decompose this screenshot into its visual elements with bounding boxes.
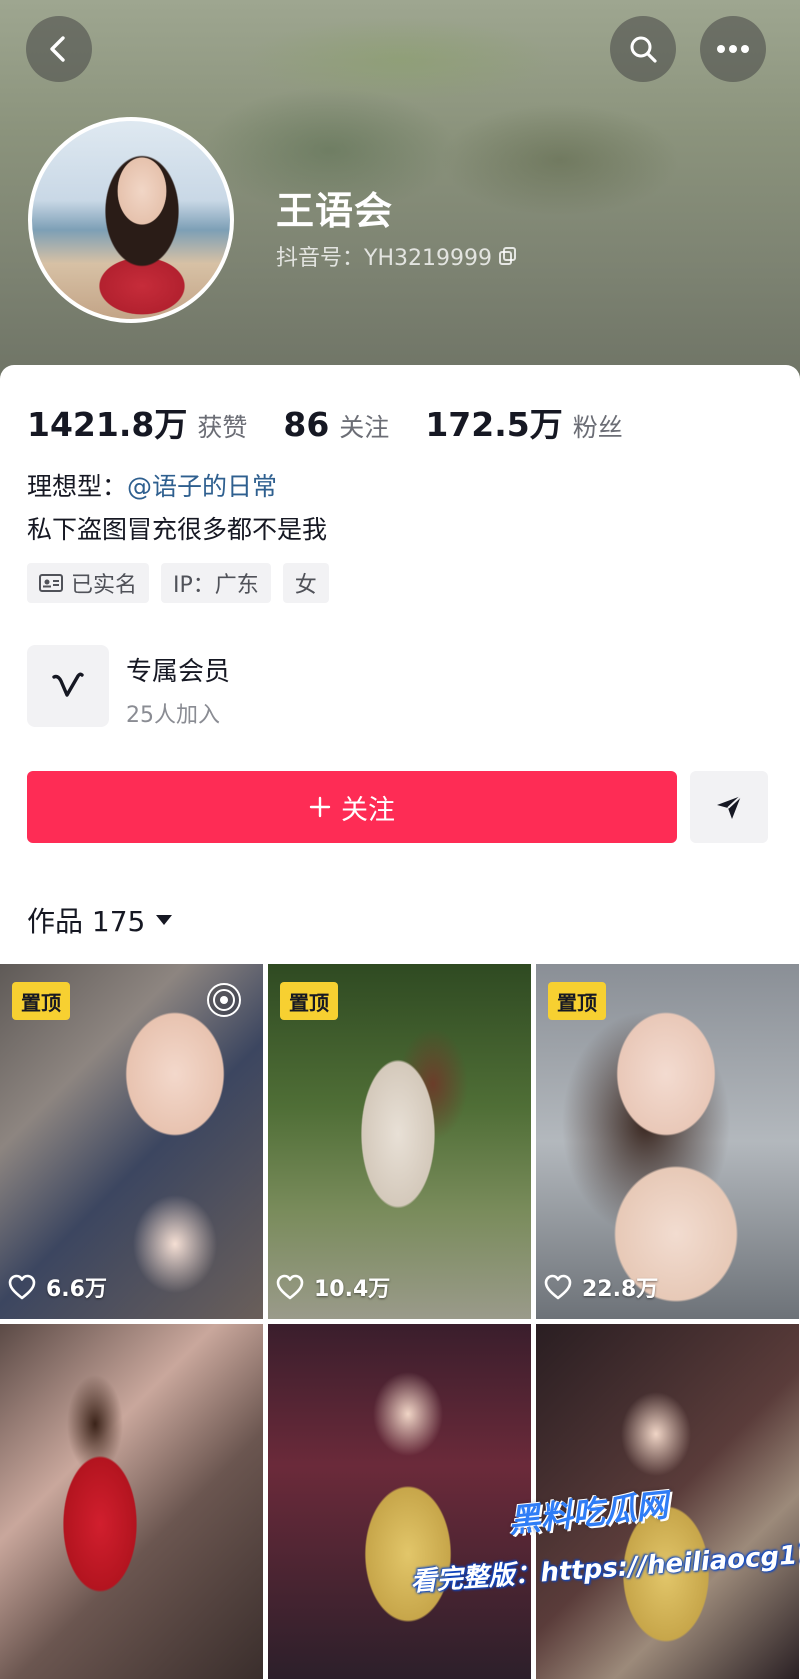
tag-ip-label: IP：广东 (173, 573, 259, 598)
video-tile[interactable]: 置顶 6.6万 (0, 964, 263, 1319)
following-count[interactable]: 86 (283, 405, 329, 444)
copy-icon[interactable] (498, 246, 518, 266)
plus-icon (309, 796, 331, 818)
mention-link[interactable]: @语子的日常 (127, 472, 277, 501)
followers-count[interactable]: 172.5万 (425, 398, 562, 446)
video-tile[interactable]: 置顶 10.4万 (268, 964, 531, 1319)
follow-button[interactable]: 关注 (27, 771, 677, 843)
chevron-left-icon (50, 36, 65, 62)
share-button[interactable] (690, 771, 768, 843)
heart-icon (276, 1274, 304, 1300)
tab-works-label: 作品 175 (27, 905, 146, 938)
tag-gender: 女 (282, 563, 329, 603)
heart-icon (544, 1274, 572, 1300)
tab-works[interactable]: 作品 175 (27, 900, 173, 940)
bio-prefix: 理想型： (27, 472, 128, 501)
video-tile[interactable] (0, 1324, 263, 1679)
search-icon (630, 36, 657, 63)
profile-name: 王语会 (276, 189, 394, 233)
like-count-value: 22.8万 (582, 1277, 659, 1302)
tag-ip: IP：广东 (161, 563, 271, 603)
tag-verified-label: 已实名 (71, 573, 138, 598)
followers-label: 粉丝 (572, 413, 623, 442)
more-dots-icon (717, 45, 749, 53)
tag-gender-label: 女 (294, 573, 317, 598)
bio-line-1: 理想型：@语子的日常 (27, 467, 277, 503)
video-tile[interactable]: 置顶 22.8万 (536, 964, 799, 1319)
following-label: 关注 (339, 413, 390, 442)
likes-label: 获赞 (197, 413, 248, 442)
pinned-badge: 置顶 (548, 982, 606, 1020)
pinned-badge: 置顶 (280, 982, 338, 1020)
more-button[interactable] (700, 16, 766, 82)
id-card-icon (39, 574, 63, 592)
avatar[interactable] (28, 117, 234, 323)
membership-v-icon (52, 672, 84, 697)
back-button[interactable] (26, 16, 92, 82)
membership-subtitle: 25人加入 (126, 703, 220, 728)
likes-count[interactable]: 1421.8万 (27, 398, 187, 446)
heart-icon (8, 1274, 36, 1300)
pinned-badge: 置顶 (12, 982, 70, 1020)
search-button[interactable] (610, 16, 676, 82)
membership-title[interactable]: 专属会员 (126, 651, 230, 688)
follow-label: 关注 (341, 794, 395, 826)
stats-row: 1421.8万 获赞 86 关注 172.5万 粉丝 (27, 398, 659, 446)
send-icon (717, 795, 742, 819)
bio-line-2: 私下盗图冒充很多都不是我 (27, 515, 328, 544)
live-ring-icon (207, 983, 241, 1017)
video-tile[interactable] (268, 1324, 531, 1679)
like-count-value: 6.6万 (46, 1277, 107, 1302)
douyin-id[interactable]: 抖音号：YH3219999 (276, 240, 518, 272)
like-count: 6.6万 (8, 1271, 107, 1303)
douyin-id-text: 抖音号：YH3219999 (276, 246, 492, 271)
like-count: 22.8万 (544, 1271, 658, 1303)
tag-verified: 已实名 (27, 563, 150, 603)
profile-tags: 已实名 IP：广东 女 (27, 563, 329, 603)
caret-down-icon (156, 915, 173, 925)
membership-icon-box[interactable] (27, 645, 109, 727)
like-count: 10.4万 (276, 1271, 390, 1303)
like-count-value: 10.4万 (314, 1277, 391, 1302)
